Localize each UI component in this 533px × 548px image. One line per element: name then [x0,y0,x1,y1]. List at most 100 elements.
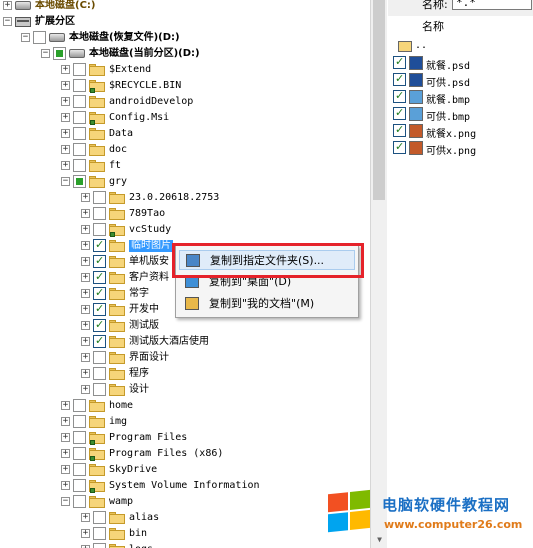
tree-item[interactable]: + 测试版 [0,318,370,334]
tree-item[interactable]: + 程序 [0,366,370,382]
context-menu-item[interactable]: 复制到"桌面"(D) [179,272,355,292]
expand-toggle-icon[interactable]: + [61,465,70,474]
expand-toggle-icon[interactable]: + [61,481,70,490]
tree-item-checkbox[interactable] [93,302,106,316]
tree-item-checkbox[interactable] [73,79,86,92]
expand-toggle-icon[interactable]: + [81,241,90,250]
tree-item-checkbox[interactable] [93,511,106,524]
tree-item[interactable]: + $Extend [0,62,370,78]
file-checkbox[interactable] [393,72,406,86]
tree-item[interactable]: − 扩展分区 [0,14,370,30]
tree-item[interactable]: + $RECYCLE.BIN [0,78,370,94]
expand-toggle-icon[interactable]: + [81,513,90,522]
expand-toggle-icon[interactable]: + [81,529,90,538]
tree-item-checkbox[interactable] [93,254,106,268]
tree-item-checkbox[interactable] [93,383,106,396]
expand-toggle-icon[interactable]: + [61,65,70,74]
tree-item-checkbox[interactable] [93,543,106,548]
expand-toggle-icon[interactable]: + [61,417,70,426]
tree-item-checkbox[interactable] [93,207,106,220]
expand-toggle-icon[interactable]: + [81,305,90,314]
expand-toggle-icon[interactable]: + [81,209,90,218]
tree-item[interactable]: + doc [0,142,370,158]
tree-item[interactable]: + alias [0,510,370,526]
tree-item-checkbox[interactable] [33,31,46,44]
tree-item-checkbox[interactable] [73,495,86,508]
tree-item[interactable]: + 本地磁盘(C:) [0,0,370,14]
tree-item[interactable]: + 设计 [0,382,370,398]
tree-item[interactable]: + Data [0,126,370,142]
tree-item-checkbox[interactable] [73,415,86,428]
tree-item-checkbox[interactable] [93,318,106,332]
expand-toggle-icon[interactable]: − [21,33,30,42]
expand-toggle-icon[interactable]: + [61,401,70,410]
context-menu-item[interactable]: 复制到"我的文档"(M) [179,294,355,314]
expand-toggle-icon[interactable]: + [81,257,90,266]
tree-item-checkbox[interactable] [93,334,106,348]
tree-item-checkbox[interactable] [93,367,106,380]
tree-item[interactable]: + System Volume Information [0,478,370,494]
file-checkbox[interactable] [393,89,406,103]
tree-item[interactable]: + SkyDrive [0,462,370,478]
tree-item-checkbox[interactable] [73,431,86,444]
expand-toggle-icon[interactable]: + [81,337,90,346]
expand-toggle-icon[interactable]: + [81,273,90,282]
tree-item-checkbox[interactable] [93,286,106,300]
tree-item[interactable]: +logs [0,542,370,548]
tree-item[interactable]: − wamp [0,494,370,510]
tree-item-checkbox[interactable] [73,399,86,412]
expand-toggle-icon[interactable]: + [61,81,70,90]
tree-item[interactable]: +789Tao [0,206,370,222]
tree-item-checkbox[interactable] [73,63,86,76]
tree-item[interactable]: +23.0.20618.2753 [0,190,370,206]
tree-item-checkbox[interactable] [93,191,106,204]
tree-item-checkbox[interactable] [73,447,86,460]
expand-toggle-icon[interactable]: − [3,17,12,26]
expand-toggle-icon[interactable]: + [61,145,70,154]
tree-item-checkbox[interactable] [73,127,86,140]
expand-toggle-icon[interactable]: + [61,113,70,122]
tree-item[interactable]: + vcStudy [0,222,370,238]
file-checkbox[interactable] [393,123,406,137]
expand-toggle-icon[interactable]: + [3,1,12,10]
tree-item[interactable]: − 本地磁盘(当前分区)(D:) [0,46,370,62]
expand-toggle-icon[interactable]: − [41,49,50,58]
expand-toggle-icon[interactable]: + [81,321,90,330]
tree-item[interactable]: − gry [0,174,370,190]
expand-toggle-icon[interactable]: − [61,497,70,506]
tree-item-checkbox[interactable] [93,223,106,236]
tree-item-checkbox[interactable] [93,238,106,252]
tree-item-checkbox[interactable] [53,47,66,60]
tree-item-checkbox[interactable] [73,95,86,108]
tree-item[interactable]: + Program Files [0,430,370,446]
tree-item[interactable]: + Config.Msi [0,110,370,126]
expand-toggle-icon[interactable]: + [61,449,70,458]
scrollbar-thumb[interactable] [373,0,385,200]
expand-toggle-icon[interactable]: − [61,177,70,186]
tree-item-checkbox[interactable] [73,143,86,156]
tree-item[interactable]: + bin [0,526,370,542]
expand-toggle-icon[interactable]: + [81,289,90,298]
expand-toggle-icon[interactable]: + [81,353,90,362]
tree-vertical-scrollbar[interactable]: ▼ [370,0,387,548]
tree-item-checkbox[interactable] [73,111,86,124]
tree-item[interactable]: + androidDevelop [0,94,370,110]
expand-toggle-icon[interactable]: + [81,369,90,378]
tree-item[interactable]: + img [0,414,370,430]
expand-toggle-icon[interactable]: + [81,385,90,394]
tree-item-checkbox[interactable] [73,159,86,172]
tree-item[interactable]: + home [0,398,370,414]
file-checkbox[interactable] [393,140,406,154]
tree-item[interactable]: + Program Files (x86) [0,446,370,462]
tree-item-checkbox[interactable] [73,463,86,476]
filter-input[interactable]: *.* [452,0,532,10]
tree-item-checkbox[interactable] [93,351,106,364]
tree-item[interactable]: − 本地磁盘(恢复文件)(D:) [0,30,370,46]
expand-toggle-icon[interactable]: + [81,193,90,202]
tree-item-checkbox[interactable] [93,270,106,284]
tree-item-checkbox[interactable] [73,175,86,188]
expand-toggle-icon[interactable]: + [81,225,90,234]
tree-item[interactable]: + ft [0,158,370,174]
tree-item-checkbox[interactable] [73,479,86,492]
column-header-name[interactable]: 名称 [422,18,444,34]
